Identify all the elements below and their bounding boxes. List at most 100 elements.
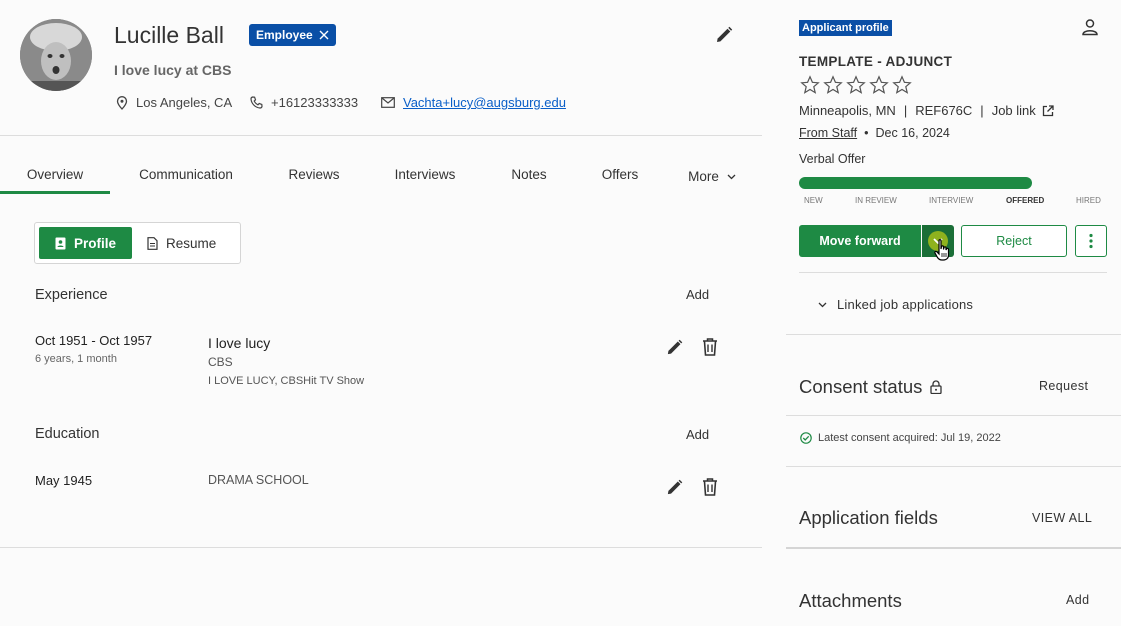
location-info: Los Angeles, CA bbox=[116, 95, 232, 110]
header-divider bbox=[0, 135, 762, 136]
employee-badge: Employee bbox=[249, 24, 336, 46]
stage-offered: OFFERED bbox=[1006, 196, 1045, 205]
lock-icon bbox=[930, 380, 943, 394]
tab-more-label: More bbox=[688, 169, 719, 184]
candidate-headline: I love lucy at CBS bbox=[114, 62, 232, 78]
resume-toggle-label: Resume bbox=[166, 235, 217, 251]
experience-heading: Experience bbox=[35, 287, 108, 303]
mail-icon bbox=[381, 97, 395, 108]
stage-interview: INTERVIEW bbox=[929, 196, 974, 205]
user-profile-button[interactable] bbox=[1081, 18, 1099, 36]
kebab-menu-icon bbox=[1089, 233, 1093, 249]
education-school: DRAMA SCHOOL bbox=[208, 473, 309, 487]
add-attachment-button[interactable]: Add bbox=[1066, 593, 1089, 607]
content-divider bbox=[0, 547, 762, 548]
location-pin-icon bbox=[116, 95, 128, 110]
move-forward-button[interactable]: Move forward bbox=[799, 225, 921, 257]
panel-divider bbox=[786, 415, 1121, 416]
add-education-button[interactable]: Add bbox=[686, 427, 709, 442]
linked-applications-toggle[interactable]: Linked job applications bbox=[818, 297, 973, 312]
job-title: TEMPLATE - ADJUNCT bbox=[799, 54, 953, 69]
actions-divider bbox=[799, 272, 1107, 273]
job-location: Minneapolis, MN bbox=[799, 103, 896, 118]
experience-duration: 6 years, 1 month bbox=[35, 353, 117, 365]
pencil-icon bbox=[714, 25, 734, 45]
edit-experience-button[interactable] bbox=[665, 338, 684, 357]
stage-in-review: IN REVIEW bbox=[855, 196, 897, 205]
stage-progress-bar bbox=[799, 177, 1032, 189]
person-icon bbox=[1081, 18, 1099, 36]
view-all-fields-button[interactable]: VIEW ALL bbox=[1032, 511, 1092, 525]
external-link-icon bbox=[1042, 104, 1054, 117]
pencil-icon bbox=[665, 478, 684, 497]
panel-divider bbox=[786, 466, 1121, 467]
experience-description: I LOVE LUCY, CBSHit TV Show bbox=[208, 375, 365, 387]
education-heading: Education bbox=[35, 426, 100, 442]
applicant-profile-badge: Applicant profile bbox=[799, 20, 892, 36]
hand-cursor-icon bbox=[933, 238, 953, 262]
tab-communication[interactable]: Communication bbox=[128, 160, 244, 194]
phone-icon bbox=[250, 96, 263, 109]
chevron-down-icon bbox=[727, 174, 736, 180]
location-text: Los Angeles, CA bbox=[136, 95, 233, 110]
check-circle-icon bbox=[800, 432, 812, 444]
reject-button[interactable]: Reject bbox=[961, 225, 1067, 257]
panel-divider bbox=[786, 334, 1121, 335]
profile-toggle-button[interactable]: Profile bbox=[39, 227, 132, 259]
stage-hired: HIRED bbox=[1076, 196, 1101, 205]
star-icon[interactable] bbox=[869, 75, 889, 95]
add-experience-button[interactable]: Add bbox=[686, 287, 709, 302]
application-source: From Staff • Dec 16, 2024 bbox=[799, 126, 950, 140]
star-icon[interactable] bbox=[846, 75, 866, 95]
application-date: Dec 16, 2024 bbox=[875, 126, 950, 140]
current-stage: Verbal Offer bbox=[799, 152, 866, 166]
star-icon[interactable] bbox=[823, 75, 843, 95]
contact-card-icon bbox=[55, 237, 66, 250]
consent-title: Consent status bbox=[799, 376, 923, 397]
tab-overview[interactable]: Overview bbox=[0, 160, 110, 194]
bullet: • bbox=[864, 126, 869, 140]
avatar bbox=[20, 19, 92, 91]
phone-info: +16123333333 bbox=[250, 95, 358, 110]
rating-stars[interactable] bbox=[800, 75, 912, 95]
employee-badge-label: Employee bbox=[256, 28, 313, 42]
email-link[interactable]: Vachta+lucy@augsburg.edu bbox=[403, 95, 566, 110]
job-ref: REF676C bbox=[915, 103, 973, 118]
tab-offers[interactable]: Offers bbox=[590, 160, 650, 194]
pencil-icon bbox=[665, 338, 684, 357]
panel-divider bbox=[786, 547, 1121, 549]
job-meta: Minneapolis, MN | REF676C | Job link bbox=[799, 103, 1054, 118]
tab-notes[interactable]: Notes bbox=[498, 160, 560, 194]
resume-toggle-button[interactable]: Resume bbox=[147, 227, 216, 259]
star-icon[interactable] bbox=[800, 75, 820, 95]
edit-profile-button[interactable] bbox=[714, 25, 734, 45]
job-link-label: Job link bbox=[991, 103, 1036, 118]
trash-icon bbox=[702, 478, 718, 496]
experience-company: CBS bbox=[208, 355, 233, 369]
chevron-down-icon bbox=[818, 302, 827, 308]
tab-bar: Overview Communication Reviews Interview… bbox=[0, 160, 762, 194]
application-fields-heading: Application fields bbox=[799, 507, 938, 528]
star-icon[interactable] bbox=[892, 75, 912, 95]
close-icon[interactable] bbox=[319, 30, 329, 40]
edit-education-button[interactable] bbox=[665, 478, 684, 497]
tab-more[interactable]: More bbox=[680, 160, 744, 194]
consent-latest: Latest consent acquired: Jul 19, 2022 bbox=[818, 432, 1001, 444]
request-consent-button[interactable]: Request bbox=[1039, 379, 1088, 393]
separator: | bbox=[903, 103, 908, 118]
experience-title: I love lucy bbox=[208, 335, 271, 351]
profile-toggle-label: Profile bbox=[73, 235, 116, 251]
more-actions-button[interactable] bbox=[1075, 225, 1107, 257]
job-link[interactable]: Job link bbox=[992, 103, 1054, 118]
delete-experience-button[interactable] bbox=[702, 338, 718, 356]
consent-heading: Consent status bbox=[799, 376, 943, 398]
trash-icon bbox=[702, 338, 718, 356]
education-date: May 1945 bbox=[35, 473, 93, 488]
delete-education-button[interactable] bbox=[702, 478, 718, 496]
tab-interviews[interactable]: Interviews bbox=[383, 160, 467, 194]
tab-reviews[interactable]: Reviews bbox=[276, 160, 352, 194]
source-link[interactable]: From Staff bbox=[799, 126, 857, 140]
attachments-heading: Attachments bbox=[799, 590, 902, 611]
experience-dates: Oct 1951 - Oct 1957 bbox=[35, 333, 153, 348]
candidate-name: Lucille Ball bbox=[114, 22, 224, 48]
